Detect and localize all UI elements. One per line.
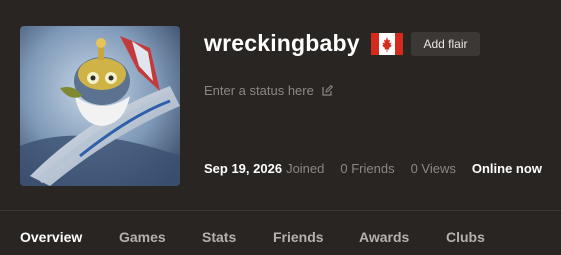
- status-input[interactable]: Enter a status here: [204, 83, 333, 98]
- online-status: Online now: [471, 161, 542, 176]
- profile-stats: Sep 19, 2026 Joined 0 Friends 0 Views On…: [204, 161, 542, 176]
- tab-stats[interactable]: Stats: [202, 229, 236, 245]
- joined-date: Sep 19, 2026: [204, 161, 283, 176]
- tab-clubs[interactable]: Clubs: [446, 229, 485, 245]
- username: wreckingbaby: [204, 30, 360, 56]
- views-count: 0 Views: [410, 161, 456, 176]
- tab-awards[interactable]: Awards: [359, 229, 409, 245]
- tab-friends[interactable]: Friends: [273, 229, 324, 245]
- joined-label: Joined: [286, 161, 325, 176]
- add-flair-button[interactable]: Add flair: [411, 32, 480, 56]
- profile-tabs: Overview Games Stats Friends Awards Club…: [0, 211, 561, 255]
- profile-header: wreckingbaby Add flair Enter a status he…: [0, 0, 561, 210]
- status-placeholder: Enter a status here: [204, 83, 314, 98]
- tab-games[interactable]: Games: [119, 229, 166, 245]
- avatar[interactable]: [20, 26, 180, 186]
- friends-count[interactable]: 0 Friends: [340, 161, 394, 176]
- canada-flag-icon: [371, 33, 403, 55]
- tab-overview[interactable]: Overview: [20, 229, 82, 245]
- edit-icon[interactable]: [322, 85, 333, 96]
